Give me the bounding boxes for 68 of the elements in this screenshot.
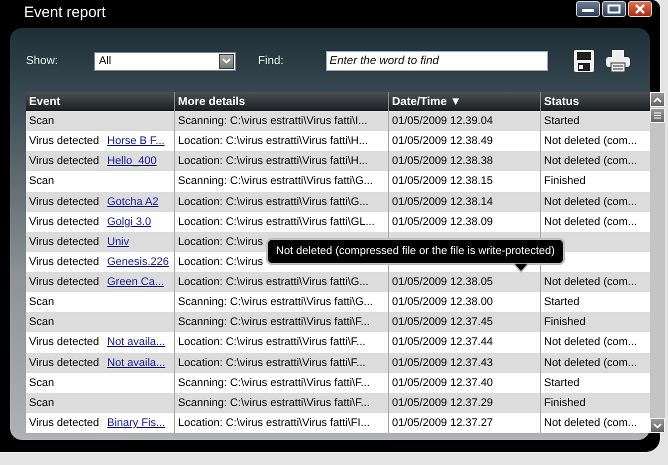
event-text: Virus detected [29, 416, 100, 429]
table-row[interactable]: Scan Scanning: C:\virus estratti\Virus fatti\F... 01/05/2009 12.37.45 Finished [26, 312, 650, 332]
column-header[interactable]: Date/Time ▼ [388, 92, 540, 111]
event-text: Scan [29, 175, 54, 188]
show-dropdown[interactable]: All [94, 52, 236, 70]
event-text: Virus detected [29, 196, 100, 208]
event-text: Scan [29, 376, 54, 389]
virus-link[interactable]: Not availa... [107, 336, 166, 348]
table-row[interactable]: Virus detected Not availa... Location: C:\virus estratti\Virus fatti\F... 01/05/2009 12.37.44 Not deleted (com... [26, 332, 650, 352]
column-header[interactable]: More details [174, 92, 388, 111]
caret-icon [218, 54, 234, 68]
table-row[interactable]: Scan Scanning: C:\virus estratti\Virus fatti\F... 01/05/2009 12.37.40 Started [26, 372, 650, 393]
scroll-thumb[interactable] [650, 108, 665, 123]
virus-link[interactable]: Green Ca... [107, 276, 164, 288]
table-row[interactable]: Virus detected Gotcha A2 Location: C:\virus estratti\Virus fatti\G... 01/05/2009 12.38.14 Not deleted (com... [26, 192, 650, 212]
close-icon [634, 4, 646, 14]
save-icon[interactable] [574, 50, 594, 72]
chevron-up-icon [653, 96, 662, 102]
table-cell: 01/05/2009 12.37.27 [388, 412, 540, 433]
column-header[interactable]: Event [26, 92, 174, 111]
table-row[interactable]: Virus detected Golgi 3.0 Location: C:\virus estratti\Virus fatti\GL... 01/05/2009 12.38.09 Not deleted (com... [26, 212, 650, 232]
event-text: Virus detected [29, 356, 100, 369]
close-button[interactable] [628, 1, 652, 17]
event-text: Virus detected [29, 276, 100, 288]
table-cell: Location: C:\virus estratti\Virus fatti\FI... [174, 412, 388, 433]
scroll-down-button[interactable] [650, 418, 665, 433]
scrollbar[interactable] [650, 92, 665, 433]
window-title: Event report [24, 4, 107, 20]
virus-link[interactable]: Horse B F... [107, 135, 165, 148]
virus-link[interactable]: Golgi 3.0 [107, 216, 152, 228]
tooltip: Not deleted (compressed file or the file is write-protected) [266, 238, 565, 273]
event-text: Virus detected [29, 236, 100, 248]
find-label: Find: [258, 55, 284, 67]
table-row[interactable]: Scan Scanning: C:\virus estratti\Virus fatti\I... 01/05/2009 12.39.04 Started [26, 111, 650, 132]
event-text: Virus detected [29, 216, 100, 228]
maximize-button[interactable] [602, 1, 626, 17]
virus-link[interactable]: Binary Fis... [107, 416, 166, 429]
find-field[interactable]: Enter the word to find [326, 51, 548, 71]
event-text: Virus detected [29, 256, 100, 268]
scroll-up-button[interactable] [650, 92, 665, 107]
virus-link[interactable]: Univ [107, 236, 130, 248]
event-text: Scan [29, 316, 54, 328]
table-row[interactable]: Virus detected Green Ca... Location: C:\virus estratti\Virus fatti\G... 01/05/2009 12.38.05 Not deleted (com... [26, 272, 650, 292]
event-text: Scan [29, 115, 54, 128]
table-row[interactable]: Scan Scanning: C:\virus estratti\Virus fatti\G... 01/05/2009 12.38.15 Finished [26, 171, 650, 192]
event-text: Scan [29, 396, 54, 409]
event-text: Virus detected [29, 155, 100, 168]
show-label: Show: [26, 55, 58, 67]
column-header[interactable]: Status [540, 92, 650, 111]
virus-link[interactable]: Hello_400 [107, 155, 157, 168]
table-row[interactable]: Virus detected Horse B F... Location: C:\virus estratti\Virus fatti\H... 01/05/2009 12.38.49 Not deleted (com... [26, 131, 650, 152]
table-row[interactable]: Virus detected Not availa... Location: C:\virus estratti\Virus fatti\F... 01/05/2009 12.37.43 Not deleted (com... [26, 352, 650, 373]
table-row[interactable]: Virus detected Binary Fis... Location: C:\virus estratti\Virus fatti\FI... 01/05/2009 12.37.27 Not deleted (com... [26, 412, 650, 433]
maximize-icon [607, 4, 621, 14]
event-text: Virus detected [29, 135, 100, 148]
grip-icon [653, 111, 662, 120]
event-text: Scan [29, 296, 54, 308]
table-row[interactable]: Scan Scanning: C:\virus estratti\Virus fatti\F... 01/05/2009 12.37.29 Finished [26, 392, 650, 413]
table-row[interactable]: Virus detected Hello_400 Location: C:\virus estratti\Virus fatti\H... 01/05/2009 12.38.38 Not deleted (com... [26, 151, 650, 172]
tooltip-pointer [512, 263, 529, 273]
event-text: Virus detected [29, 336, 100, 348]
virus-link[interactable]: Genesis.226 [107, 256, 169, 268]
print-icon[interactable] [606, 50, 630, 72]
chevron-down-icon [653, 422, 662, 428]
virus-link[interactable]: Not availa... [107, 356, 166, 369]
minimize-button[interactable] [576, 1, 600, 17]
virus-link[interactable]: Gotcha A2 [107, 196, 158, 208]
table-row[interactable]: Scan Scanning: C:\virus estratti\Virus fatti\G... 01/05/2009 12.38.00 Started [26, 292, 650, 312]
